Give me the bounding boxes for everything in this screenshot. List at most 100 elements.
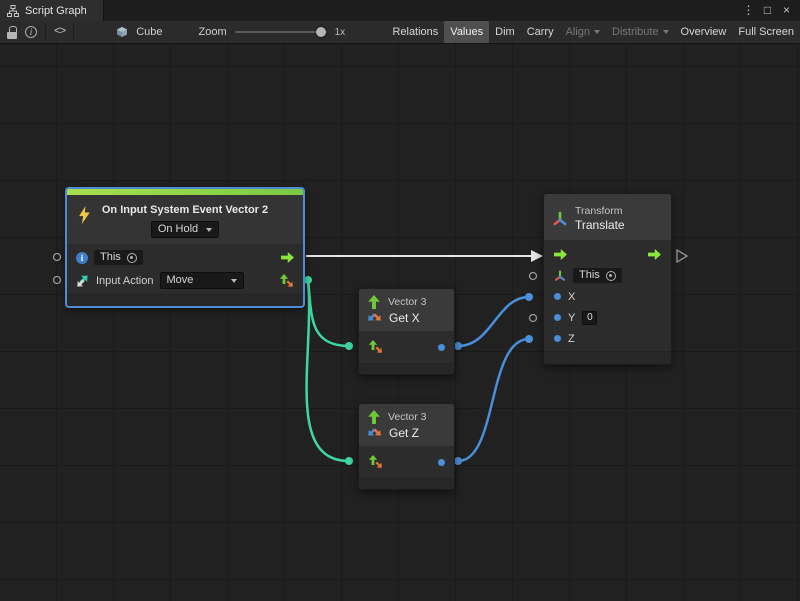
vector3-input-port-icon[interactable]: [368, 455, 383, 469]
orange-diagonal-arrow-shape: [373, 344, 384, 355]
vector3-input-port-icon[interactable]: [368, 340, 383, 354]
input-action-dropdown[interactable]: Move: [160, 272, 244, 289]
wire-vector2-to-getz[interactable]: [307, 280, 349, 461]
tab-script-graph[interactable]: Script Graph: [0, 0, 104, 21]
orange-diagonal-arrow-shape: [373, 459, 384, 470]
window-controls: ⋮ □ ×: [740, 0, 800, 21]
wire-vector2-to-getx[interactable]: [308, 280, 349, 346]
values-button[interactable]: Values: [444, 21, 489, 43]
input-action-icon: [76, 274, 90, 288]
chevron-down-icon: [206, 228, 212, 232]
node-title: On Input System Event Vector 2: [75, 203, 295, 217]
port-z-label: Z: [568, 333, 575, 345]
value-port-z[interactable]: [554, 335, 561, 342]
vector3-icon: [367, 295, 381, 309]
tab-title: Script Graph: [25, 5, 87, 17]
port-row-z: Z: [544, 328, 671, 349]
node-on-input-system-event-vector2[interactable]: On Input System Event Vector 2 On Hold i…: [66, 188, 304, 307]
node-translate[interactable]: Transform Translate: [543, 193, 672, 365]
relations-button[interactable]: Relations: [386, 21, 444, 43]
flow-input-port-icon[interactable]: [554, 248, 567, 261]
flow-port-row: [544, 244, 671, 265]
node-title: Get Z: [389, 426, 419, 440]
zoom-slider-knob[interactable]: [316, 27, 326, 37]
kebab-menu-icon[interactable]: ⋮: [740, 0, 757, 21]
node-header[interactable]: Transform Translate: [544, 194, 671, 240]
node-category: Transform: [575, 205, 625, 219]
node-header[interactable]: Vector 3 Get X: [359, 289, 454, 331]
wire-endpoint-dot[interactable]: [454, 342, 462, 350]
target-object-name[interactable]: Cube: [136, 26, 162, 38]
wire-endpoint-dot[interactable]: [345, 457, 353, 465]
y-value-input[interactable]: 0: [582, 311, 597, 325]
object-picker-icon: [127, 253, 137, 263]
flow-output-port-icon[interactable]: [281, 251, 294, 264]
port-row-y: Y 0: [544, 307, 671, 328]
align-label: Align: [566, 26, 590, 38]
flow-output-port-icon[interactable]: [648, 248, 661, 261]
close-icon[interactable]: ×: [778, 0, 795, 21]
toolbar-separator: [73, 25, 74, 39]
wire-getx-to-x[interactable]: [458, 297, 529, 346]
port-row-this: i This: [67, 246, 303, 269]
node-category: Vector 3: [388, 296, 427, 308]
dim-button[interactable]: Dim: [489, 21, 521, 43]
node-get-x[interactable]: Vector 3 Get X: [358, 288, 455, 375]
vector2-output-port-icon[interactable]: [279, 274, 294, 288]
event-mode-value: On Hold: [158, 224, 198, 235]
align-button[interactable]: Align: [560, 21, 606, 43]
event-mode-dropdown[interactable]: On Hold: [151, 221, 219, 238]
chevron-down-icon: [231, 279, 237, 283]
lock-icon[interactable]: [7, 26, 17, 39]
port-row: [359, 331, 454, 363]
float-output-port[interactable]: [438, 344, 445, 351]
code-icon[interactable]: <>: [54, 26, 65, 38]
node-header[interactable]: Vector 3 Get Z: [359, 404, 454, 446]
graph-toolbar: i <> Cube Zoom 1x Relations Values Dim C…: [0, 21, 800, 44]
empty-port-circle[interactable]: [530, 315, 537, 322]
float-output-port[interactable]: [438, 459, 445, 466]
value-port-x[interactable]: [554, 293, 561, 300]
node-footer: [359, 478, 454, 489]
this-object-field[interactable]: This: [94, 250, 143, 265]
carry-button[interactable]: Carry: [521, 21, 560, 43]
node-header[interactable]: On Input System Event Vector 2 On Hold: [67, 195, 303, 244]
cube-icon: [116, 26, 128, 38]
value-port-y[interactable]: [554, 314, 561, 321]
wire-endpoint-dot[interactable]: [304, 276, 312, 284]
distribute-button[interactable]: Distribute: [606, 21, 674, 43]
zoom-slider[interactable]: [235, 25, 327, 39]
wire-endpoint-dot[interactable]: [454, 457, 462, 465]
port-y-label: Y: [568, 312, 575, 324]
graph-canvas[interactable]: On Input System Event Vector 2 On Hold i…: [0, 44, 800, 601]
get-component-icon: [367, 427, 382, 439]
chevron-down-icon: [594, 30, 600, 34]
this-label: This: [100, 252, 121, 263]
zoom-value: 1x: [335, 27, 346, 38]
wire-endpoint-dot[interactable]: [345, 342, 353, 350]
maximize-icon[interactable]: □: [759, 0, 776, 21]
port-row-x: X: [544, 286, 671, 307]
node-category: Vector 3: [388, 411, 427, 423]
transform-mini-icon: [554, 270, 566, 282]
node-get-z[interactable]: Vector 3 Get Z: [358, 403, 455, 490]
info-icon[interactable]: i: [25, 26, 37, 38]
node-footer: [359, 363, 454, 374]
zoom-slider-track[interactable]: [235, 31, 327, 33]
overview-button[interactable]: Overview: [675, 21, 733, 43]
wire-endpoint-dot[interactable]: [525, 335, 533, 343]
script-graph-window: Script Graph ⋮ □ × i <> Cube Zoom 1x: [0, 0, 800, 601]
graph-icon: [7, 5, 19, 17]
port-row-input-action: Input Action Move: [67, 269, 303, 292]
toolbar-separator: [45, 25, 46, 39]
empty-port-circle[interactable]: [54, 277, 61, 284]
fullscreen-button[interactable]: Full Screen: [732, 21, 800, 43]
wire-endpoint-dot[interactable]: [525, 293, 533, 301]
this-object-field[interactable]: This: [573, 268, 622, 283]
flow-arrowhead-icon: [531, 250, 543, 262]
wire-getz-to-z[interactable]: [458, 339, 529, 461]
flow-output-triangle[interactable]: [677, 250, 687, 262]
empty-port-circle[interactable]: [54, 254, 61, 261]
empty-port-circle[interactable]: [530, 273, 537, 280]
object-picker-icon: [606, 271, 616, 281]
